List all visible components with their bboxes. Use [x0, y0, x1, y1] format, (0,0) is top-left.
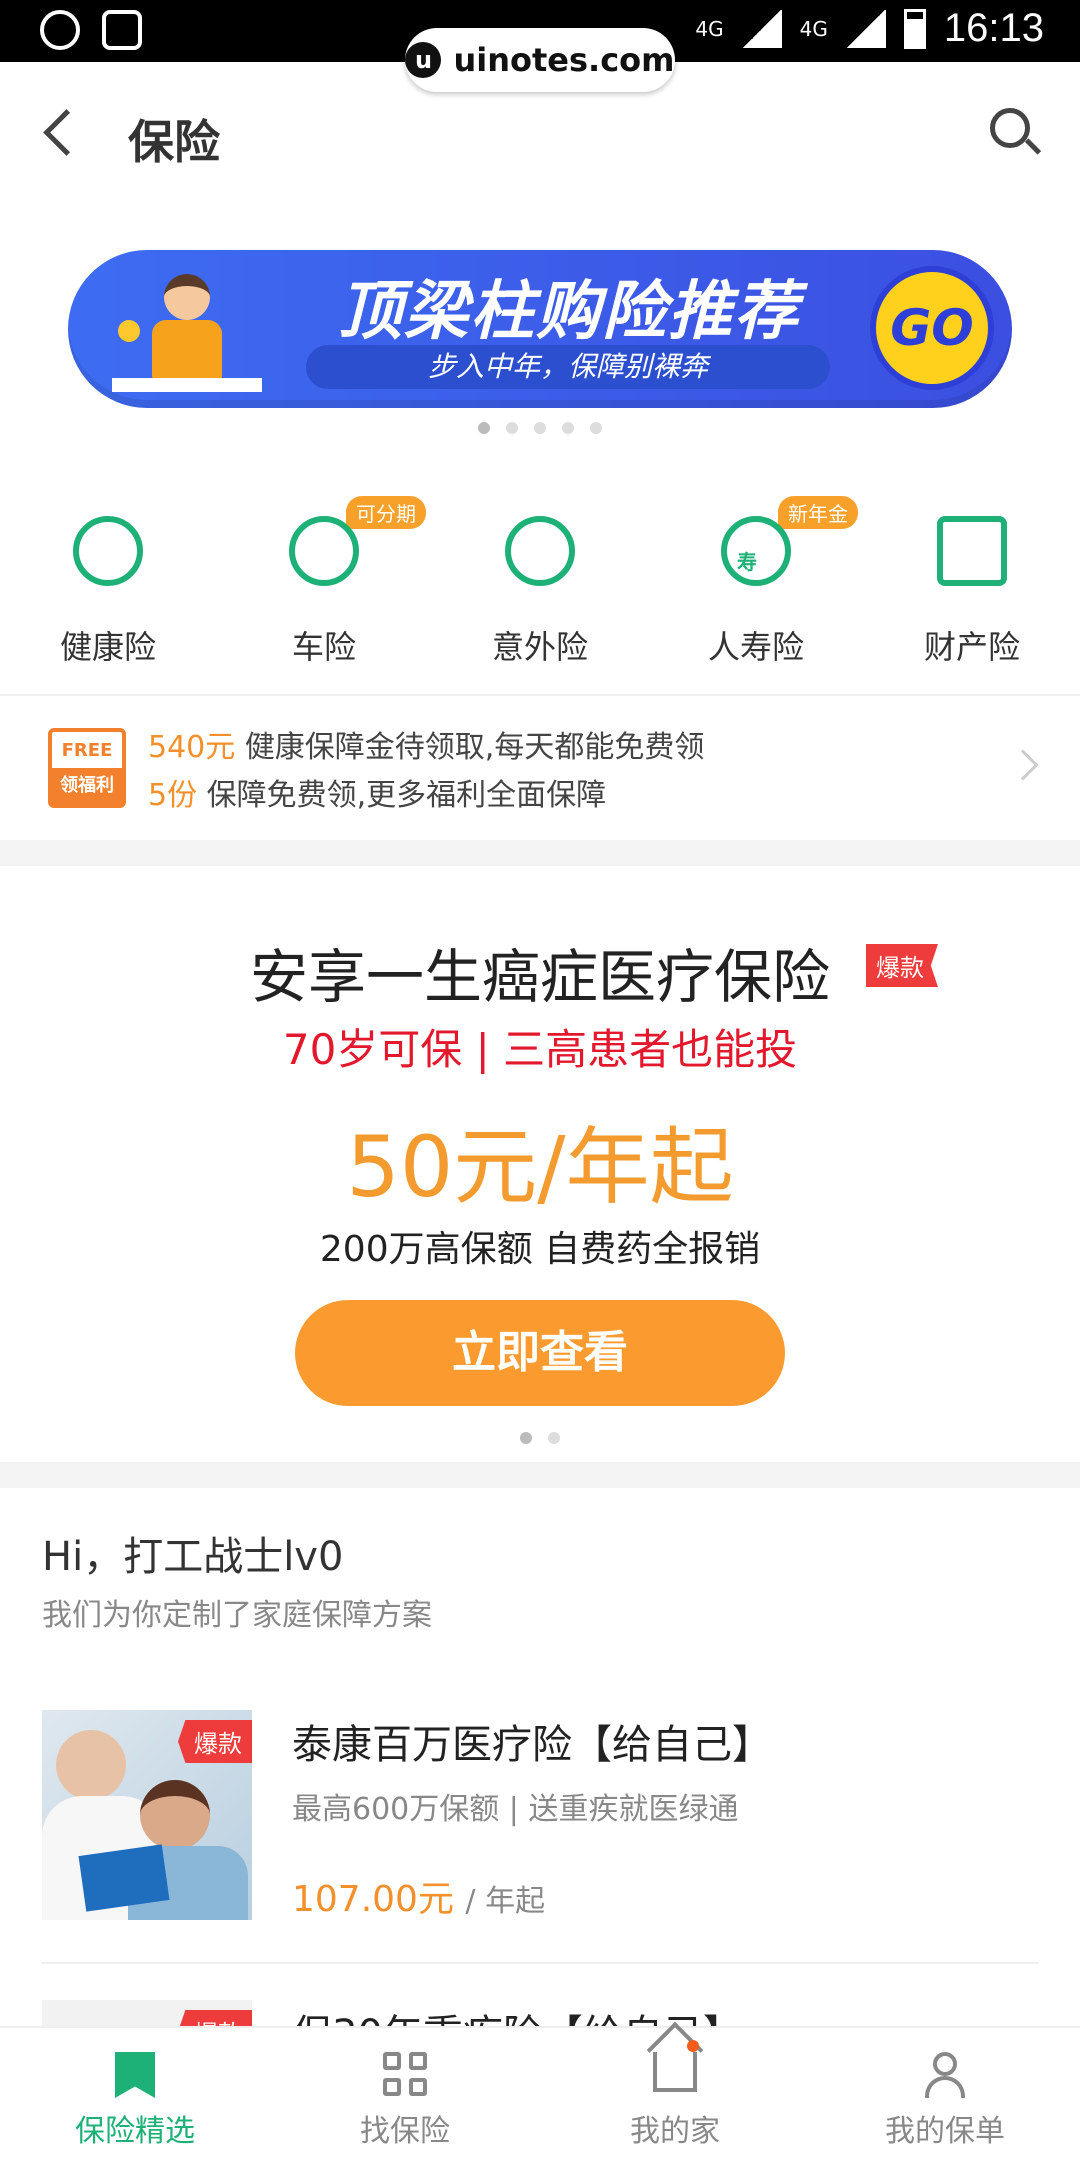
page-dot: [478, 422, 490, 434]
uinotes-logo-icon: u: [405, 42, 442, 78]
category-property[interactable]: 财产险: [864, 500, 1080, 670]
tab-my-policies[interactable]: 我的保单: [810, 2028, 1080, 2160]
search-icon[interactable]: [990, 108, 1044, 162]
page-dot: [548, 1432, 560, 1444]
divider: [42, 1962, 1038, 1964]
steering-wheel-icon: [289, 516, 359, 586]
category-label: 意外险: [491, 628, 588, 666]
view-now-button[interactable]: 立即查看: [295, 1300, 785, 1406]
promo-banner[interactable]: 顶梁柱购险推荐 步入中年，保障别裸奔 GO: [68, 250, 1012, 408]
greeting-title: Hi，打工战士lv0: [42, 1534, 344, 1580]
page-dot: [520, 1432, 532, 1444]
watermark-text: uinotes.com: [453, 41, 675, 79]
hot-tag: 爆款: [866, 944, 938, 987]
go-button[interactable]: GO: [870, 266, 994, 390]
page-title: 保险: [128, 115, 220, 169]
notification-dot: [687, 2040, 699, 2052]
benefit-line-2: 5份 保障免费领,更多福利全面保障: [148, 778, 607, 813]
chevron-right-icon: [1007, 749, 1039, 781]
cloud-lightning-icon: [505, 516, 575, 586]
banner-headline: 顶梁柱购险推荐: [338, 275, 800, 349]
category-label: 财产险: [923, 628, 1020, 666]
network-label-2: 4G: [799, 16, 828, 41]
category-label: 健康险: [59, 628, 156, 666]
battery-icon: [903, 8, 926, 49]
back-arrow-icon[interactable]: [40, 108, 80, 158]
featured-description: 200万高保额 自费药全报销: [319, 1229, 761, 1270]
annuity-tag: 新年金: [778, 496, 858, 529]
featured-subtitle: 70岁可保 | 三高患者也能投: [282, 1025, 798, 1074]
signal-icon: [741, 9, 782, 48]
tab-find-insurance[interactable]: 找保险: [270, 2028, 540, 2160]
tab-label: 找保险: [360, 2114, 450, 2149]
cards-icon: [937, 516, 1007, 586]
divider: [0, 694, 1080, 696]
section-gap: [0, 840, 1080, 866]
image-icon: [102, 10, 142, 50]
home-icon: [653, 2040, 699, 2092]
benefit-line-1: 540元 健康保障金待领取,每天都能免费领: [148, 730, 705, 765]
free-benefit-row[interactable]: FREE 领福利 540元 健康保障金待领取,每天都能免费领 5份 保障免费领,…: [0, 698, 1080, 838]
product-price: 107.00元 / 年起: [292, 1879, 546, 1920]
product-name: 泰康百万医疗险【给自己】: [292, 1722, 772, 1768]
category-car[interactable]: 可分期 车险: [216, 496, 432, 670]
banner-pagination: [0, 422, 1080, 434]
hot-tag: 爆款: [178, 1720, 252, 1763]
shield-shou-icon: 寿: [721, 516, 791, 586]
category-row: 健康险 可分期 车险 意外险 新年金 寿 人寿险 财产险: [0, 496, 1080, 670]
clock: 16:13: [943, 6, 1044, 50]
featured-price: 50元/年起: [346, 1118, 734, 1216]
page-dot: [562, 422, 574, 434]
greeting-subtitle: 我们为你定制了家庭保障方案: [42, 1598, 432, 1633]
tab-label: 我的保单: [885, 2114, 1005, 2149]
installment-tag: 可分期: [346, 496, 426, 529]
category-label: 人寿险: [707, 628, 804, 666]
product-features: 最高600万保额 | 送重疾就医绿通: [292, 1792, 739, 1827]
bottom-tab-bar: 保险精选 找保险 我的家 我的保单: [0, 2026, 1080, 2160]
cartoon-illustration: [112, 270, 262, 400]
page-dot: [506, 422, 518, 434]
signal-icon: [845, 9, 886, 48]
category-health[interactable]: 健康险: [0, 500, 216, 670]
network-label-1: 4G: [695, 16, 724, 41]
product-image: 爆款: [42, 1710, 252, 1920]
heart-pulse-icon: [73, 516, 143, 586]
grid-icon: [382, 2052, 428, 2096]
tab-featured[interactable]: 保险精选: [0, 2028, 270, 2160]
bookmark-icon: [115, 2052, 155, 2098]
free-badge: FREE 领福利: [48, 728, 126, 808]
page-dot: [534, 422, 546, 434]
tab-label: 我的家: [630, 2114, 720, 2149]
person-icon: [922, 2052, 968, 2098]
banner-subline: 步入中年，保障别裸奔: [306, 345, 830, 389]
category-life[interactable]: 新年金 寿 人寿险: [648, 496, 864, 670]
watermark: u uinotes.com: [405, 28, 675, 92]
category-label: 车险: [291, 628, 356, 666]
product-item[interactable]: 爆款 泰康百万医疗险【给自己】 最高600万保额 | 送重疾就医绿通 107.0…: [42, 1710, 1038, 1920]
tab-my-home[interactable]: 我的家: [540, 2028, 810, 2160]
page-dot: [590, 422, 602, 434]
featured-product-card[interactable]: 安享一生癌症医疗保险 爆款 70岁可保 | 三高患者也能投 50元/年起 200…: [0, 868, 1080, 1464]
tab-label: 保险精选: [75, 2114, 195, 2149]
section-gap: [0, 1462, 1080, 1488]
netease-icon: [40, 10, 80, 50]
featured-pagination: [0, 1432, 1080, 1444]
category-accident[interactable]: 意外险: [432, 500, 648, 670]
